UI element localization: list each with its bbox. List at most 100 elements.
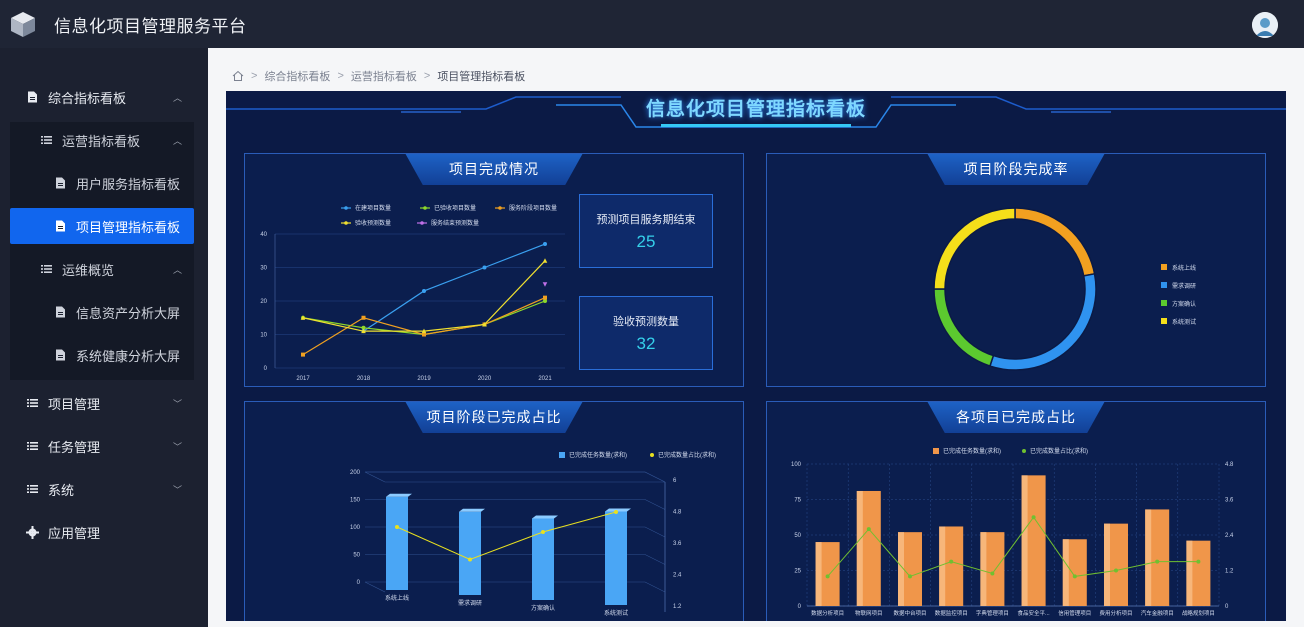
legend-swatch [1161,264,1167,270]
series-line [302,260,546,332]
logo-icon[interactable] [0,0,46,48]
sidebar-item[interactable]: 综合指标看板 ︿ [10,79,194,115]
x-tick-label: 系统测试 [604,609,628,617]
sidebar-item-label: 运维概览 [62,262,115,278]
y-tick-label: 50 [353,553,360,559]
sidebar-item-label: 信息资产分析大屏 [76,305,181,321]
x-tick-label: 2021 [538,376,552,382]
y2-tick-label: 1.2 [673,604,682,610]
data-point [1196,559,1201,564]
y2-tick-label: 4.8 [1225,462,1234,468]
stat-label: 验收预测数量 [613,315,679,328]
gear-icon [24,525,40,539]
document-icon [52,349,68,361]
legend-swatch [1161,318,1167,324]
y2-tick-label: 2.4 [1225,533,1234,539]
sidebar-item[interactable]: 信息资产分析大屏 [10,294,194,330]
data-point [949,559,954,564]
x-tick-label: 2018 [357,376,371,382]
axis-depth [364,581,386,593]
donut-slice [933,288,995,367]
bar-3d-chart: 0 50 100 150 200 1.2 2.4 3.6 4.8 6 系统上线需求调研方案确认系统测… [350,451,716,617]
legend-label: 系统上线 [1172,264,1196,272]
data-point [543,242,547,247]
x-tick-label: 战略规划项目 [1182,609,1215,617]
document-icon [52,220,68,232]
legend-label: 服务阶段项目数量 [509,204,557,212]
legend-swatch [559,452,565,458]
panel-stage-done: 项目阶段已完成占比 0 50 100 150 200 1.2 2.4 3.6 4.8 6 系统上线需… [244,401,744,621]
legend-label: 验收预测数量 [355,219,391,227]
grid-line [365,499,666,510]
stat-value: 25 [636,231,656,251]
document-icon [24,91,40,103]
x-tick-label: 费用分析项目 [1099,609,1132,617]
legend-label: 需求调研 [1172,282,1196,290]
y-tick-label: 30 [260,266,267,272]
breadcrumb-item[interactable]: 运营指标看板 [351,68,417,84]
legend-label: 服务结束预测数量 [431,219,479,227]
sidebar-item-label: 系统健康分析大屏 [76,348,181,364]
sidebar-item-label: 应用管理 [48,525,101,541]
line-chart: 0 10 20 30 40 2017 2018 2019 2020 2021 在建项目数量 已验收项目… [260,204,565,382]
legend-swatch [933,448,939,454]
sidebar-item[interactable]: 系统健康分析大屏 [10,337,194,373]
data-point [482,265,487,270]
bar-highlight [815,542,822,606]
breadcrumb-current: 项目管理指标看板 [437,71,526,83]
data-point [990,571,995,576]
chevron-down-icon: ﹀ [172,398,182,409]
sidebar-item[interactable]: 任务管理 ﹀ [10,428,194,464]
series-4 [542,282,548,287]
data-point [1114,568,1118,573]
bar-highlight [1021,475,1028,606]
legend-swatch [1161,300,1167,306]
sidebar-item[interactable]: 项目管理指标看板 [10,208,194,244]
sidebar-item[interactable]: 用户服务指标看板 [10,165,194,201]
data-point [468,557,472,562]
sidebar-item[interactable]: 应用管理 [10,514,194,550]
bar-top [386,493,412,497]
breadcrumb: > 综合指标看板 > 运营指标看板 > 项目管理指标看板 [232,68,525,84]
donut-slice [989,272,1097,371]
sidebar-item[interactable]: 运维概览 ︿ [10,251,194,287]
sidebar-item-label: 项目管理指标看板 [76,219,181,235]
y-tick-label: 25 [794,569,801,575]
y-tick-label: 100 [791,462,802,468]
dashboard-title: 信息化项目管理指标看板 [645,99,866,120]
y-tick-label: 40 [260,232,267,238]
legend-marker [498,206,502,210]
y2-tick-label: 3.6 [1225,498,1234,504]
x-tick-label: 方案确认 [531,604,555,612]
sidebar-item[interactable]: 项目管理 ﹀ [10,385,194,421]
list-icon [24,398,40,408]
series-3 [300,258,548,334]
top-bar: 信息化项目管理服务平台 [0,0,1304,48]
data-point [301,352,305,357]
avatar[interactable] [1252,12,1278,38]
legend-marker [344,221,348,225]
x-tick-label: 需求调研 [458,599,482,607]
x-tick-label: 信用管理项目 [1058,609,1091,617]
legend-marker [1022,449,1026,453]
y-tick-label: 10 [260,333,267,339]
panel-project-completion: 项目完成情况 0 10 20 30 40 2017 2018 2019 2020 2021 在建项目… [244,153,744,387]
sidebar-item-label: 任务管理 [48,439,101,455]
x-tick-label: 食品安全平... [1018,609,1051,617]
legend-marker [650,453,654,457]
legend-label: 已完成任务数量(求和) [569,451,627,459]
list-icon [38,264,54,274]
legend-label: 已验收项目数量 [434,204,476,212]
breadcrumb-separator: > [423,70,431,82]
chevron-down-icon: ﹀ [172,441,182,452]
sidebar-item[interactable]: 系统 ﹀ [10,471,194,507]
sidebar-item[interactable]: 运营指标看板 ︿ [10,122,194,158]
home-icon[interactable] [232,70,244,82]
series-line [363,243,546,332]
y2-tick-label: 1.2 [1225,569,1234,575]
bar-highlight [1145,509,1152,606]
y-tick-label: 75 [794,498,801,504]
breadcrumb-item[interactable]: 综合指标看板 [264,68,330,84]
x-tick-label: 2019 [417,376,431,382]
x-tick-label: 字典管理项目 [976,609,1009,617]
